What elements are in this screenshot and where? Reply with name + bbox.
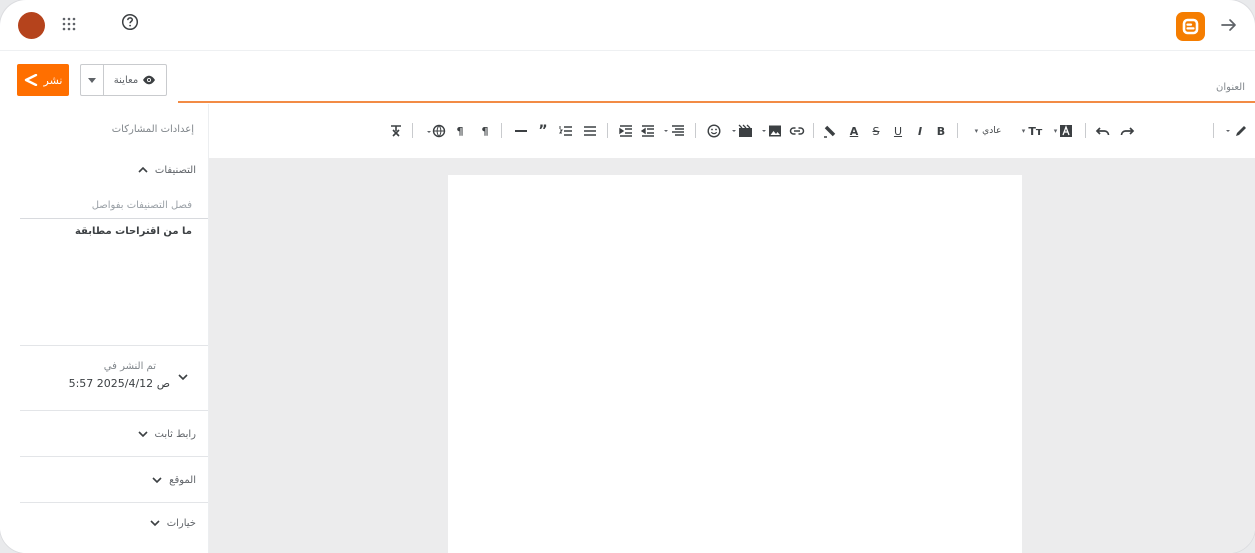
chevron-down-icon[interactable] — [177, 371, 189, 383]
divider — [20, 456, 208, 457]
horizontal-rule-icon[interactable] — [514, 124, 528, 138]
chevron-down-icon — [150, 520, 160, 527]
arrow-right-icon[interactable] — [1219, 15, 1239, 35]
preview-button[interactable]: معاينة — [104, 65, 166, 95]
post-settings-heading: إعدادات المشاركات — [111, 124, 194, 135]
divider — [20, 410, 208, 411]
image-icon[interactable] — [761, 124, 783, 138]
labels-section-toggle[interactable]: التصنيفات — [137, 164, 196, 176]
emoji-icon[interactable] — [707, 124, 721, 138]
caret-down-icon: ▾ — [1053, 127, 1058, 135]
published-label: تم النشر في — [103, 361, 156, 372]
publish-label: نشر — [43, 73, 63, 87]
blogger-b-icon — [1182, 18, 1199, 35]
caret-down-icon: ▾ — [1021, 127, 1026, 135]
undo-icon[interactable] — [1095, 124, 1111, 138]
toolbar-separator — [957, 123, 958, 138]
underline-button[interactable]: U — [892, 124, 904, 138]
align-icon[interactable] — [663, 124, 685, 138]
font-size-dropdown[interactable]: ▾ Tт — [1019, 124, 1045, 138]
chevron-down-icon — [137, 431, 148, 438]
blogger-logo[interactable] — [1176, 12, 1205, 41]
toolbar-separator — [501, 123, 502, 138]
link-icon[interactable] — [789, 124, 805, 138]
blogger-editor-window: نشر معاينة العنوان إعدادات المشاركات الت… — [0, 0, 1255, 553]
caret-down-icon — [88, 77, 96, 83]
language-icon[interactable] — [426, 124, 446, 138]
published-date[interactable]: 5:57 2025/4/12 ص — [69, 377, 170, 390]
preview-button-group: معاينة — [80, 64, 167, 96]
font-size-label: Tт — [1028, 124, 1043, 138]
toolbar-separator — [1085, 123, 1086, 138]
eye-icon — [143, 75, 156, 85]
preview-dropdown[interactable] — [81, 65, 104, 95]
ltr-direction-icon[interactable]: ¶ — [454, 124, 466, 138]
toolbar-separator — [813, 123, 814, 138]
font-dropdown[interactable]: ▾ — [1051, 124, 1075, 138]
labels-suggestion: ما من اقتراحات مطابقة — [74, 226, 192, 237]
indent-icon[interactable] — [619, 124, 633, 138]
help-icon[interactable] — [121, 13, 139, 31]
labels-section-label: التصنيفات — [154, 164, 196, 176]
title-input[interactable]: العنوان — [1216, 82, 1245, 93]
caret-down-icon: ▾ — [974, 127, 979, 135]
bold-button[interactable]: B — [935, 124, 947, 138]
publish-button[interactable]: نشر — [17, 64, 69, 96]
bulleted-list-icon[interactable] — [583, 124, 597, 138]
preview-label: معاينة — [113, 74, 139, 86]
video-icon[interactable] — [731, 124, 753, 138]
divider — [20, 502, 208, 503]
options-label: خيارات — [166, 517, 196, 529]
redo-icon[interactable] — [1119, 124, 1135, 138]
quote-icon[interactable]: ” — [537, 123, 549, 139]
formatting-toolbar: ¶ ¶ ” A S U I B ▾ عادي ▾ Tт ▾ — [209, 104, 1255, 158]
toolbar-separator — [607, 123, 608, 138]
labels-input[interactable]: فصل التصنيفات بفواصل — [92, 200, 192, 211]
edit-mode-icon[interactable] — [1225, 124, 1251, 138]
permalink-section-toggle[interactable]: رابط ثابت — [137, 428, 197, 440]
top-bar — [0, 0, 1255, 51]
paragraph-format-dropdown[interactable]: ▾ عادي — [967, 124, 1009, 138]
options-section-toggle[interactable]: خيارات — [149, 517, 196, 529]
toolbar-separator — [412, 123, 413, 138]
chevron-up-icon — [138, 166, 148, 173]
send-icon — [24, 74, 37, 86]
location-label: الموقع — [169, 474, 196, 486]
clear-formatting-icon[interactable] — [389, 124, 403, 138]
apps-grid-icon[interactable] — [62, 17, 76, 31]
location-section-toggle[interactable]: الموقع — [151, 474, 196, 486]
chevron-down-icon — [152, 477, 162, 484]
font-icon — [1060, 125, 1073, 137]
paragraph-format-label: عادي — [982, 126, 1002, 136]
rtl-direction-icon[interactable]: ¶ — [479, 124, 491, 138]
text-color-button[interactable]: A — [847, 124, 861, 138]
outdent-icon[interactable] — [641, 124, 655, 138]
italic-button[interactable]: I — [914, 124, 926, 138]
strikethrough-button[interactable]: S — [870, 124, 882, 138]
title-underline — [178, 101, 1255, 103]
highlight-icon[interactable] — [823, 124, 837, 138]
avatar[interactable] — [18, 12, 45, 39]
toolbar-separator — [1213, 123, 1214, 138]
divider — [20, 345, 208, 346]
post-body-editor[interactable] — [448, 175, 1022, 553]
post-settings-sidebar: إعدادات المشاركات التصنيفات فصل التصنيفا… — [0, 104, 209, 553]
labels-input-underline — [20, 218, 208, 219]
numbered-list-icon[interactable] — [559, 124, 573, 138]
permalink-label: رابط ثابت — [154, 428, 197, 440]
toolbar-separator — [695, 123, 696, 138]
